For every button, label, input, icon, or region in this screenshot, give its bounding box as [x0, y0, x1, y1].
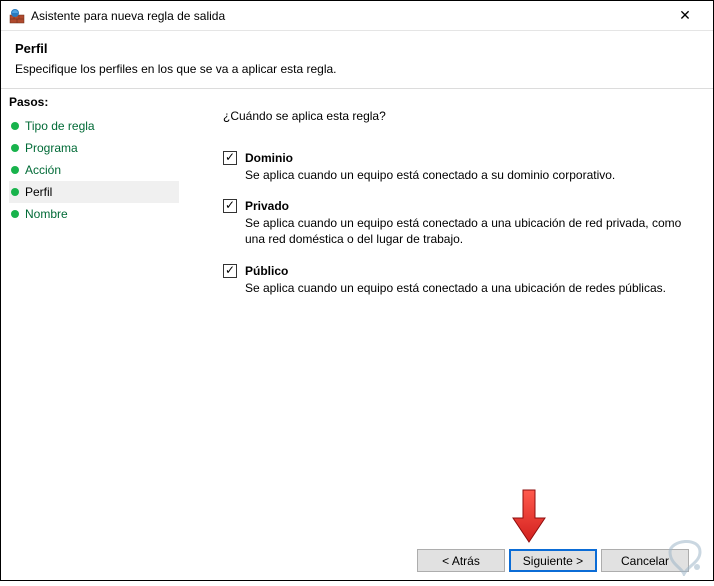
firewall-icon	[9, 8, 25, 24]
bullet-icon	[11, 122, 19, 130]
page-title: Perfil	[15, 41, 699, 56]
step-label[interactable]: Programa	[25, 141, 78, 155]
header-panel: Perfil Especifique los perfiles en los q…	[1, 31, 713, 89]
body-area: Pasos: Tipo de regla Programa Acción Per…	[1, 89, 713, 586]
step-label: Perfil	[25, 185, 52, 199]
step-label[interactable]: Acción	[25, 163, 61, 177]
close-icon: ✕	[679, 7, 691, 24]
option-label: Público	[245, 264, 288, 278]
bullet-icon	[11, 166, 19, 174]
attention-arrow-icon	[509, 488, 549, 544]
question-text: ¿Cuándo se aplica esta regla?	[223, 109, 689, 123]
option-label: Dominio	[245, 151, 293, 165]
checkbox-dominio[interactable]	[223, 151, 237, 165]
option-label: Privado	[245, 199, 289, 213]
option-publico: Público Se aplica cuando un equipo está …	[223, 264, 689, 296]
button-row: < Atrás Siguiente > Cancelar	[223, 541, 689, 576]
option-description: Se aplica cuando un equipo está conectad…	[245, 167, 689, 183]
step-tipo-de-regla[interactable]: Tipo de regla	[9, 115, 179, 137]
bullet-icon	[11, 210, 19, 218]
page-subtitle: Especifique los perfiles en los que se v…	[15, 62, 699, 76]
option-description: Se aplica cuando un equipo está conectad…	[245, 280, 689, 296]
option-dominio: Dominio Se aplica cuando un equipo está …	[223, 151, 689, 183]
window-title: Asistente para nueva regla de salida	[31, 9, 225, 23]
step-nombre[interactable]: Nombre	[9, 203, 179, 225]
step-accion[interactable]: Acción	[9, 159, 179, 181]
step-perfil[interactable]: Perfil	[9, 181, 179, 203]
step-programa[interactable]: Programa	[9, 137, 179, 159]
option-description: Se aplica cuando un equipo está conectad…	[245, 215, 689, 247]
step-label[interactable]: Tipo de regla	[25, 119, 95, 133]
close-button[interactable]: ✕	[665, 3, 705, 29]
bullet-icon	[11, 188, 19, 196]
checkbox-publico[interactable]	[223, 264, 237, 278]
steps-sidebar: Pasos: Tipo de regla Programa Acción Per…	[1, 89, 179, 586]
content-top: ¿Cuándo se aplica esta regla? Dominio Se…	[223, 109, 689, 312]
option-privado: Privado Se aplica cuando un equipo está …	[223, 199, 689, 247]
titlebar: Asistente para nueva regla de salida ✕	[1, 1, 713, 31]
watermark-icon	[662, 530, 708, 579]
content-panel: ¿Cuándo se aplica esta regla? Dominio Se…	[179, 89, 713, 586]
step-label[interactable]: Nombre	[25, 207, 68, 221]
steps-heading: Pasos:	[9, 95, 179, 109]
checkbox-privado[interactable]	[223, 199, 237, 213]
next-button[interactable]: Siguiente >	[509, 549, 597, 572]
back-button[interactable]: < Atrás	[417, 549, 505, 572]
titlebar-left: Asistente para nueva regla de salida	[9, 8, 225, 24]
bullet-icon	[11, 144, 19, 152]
